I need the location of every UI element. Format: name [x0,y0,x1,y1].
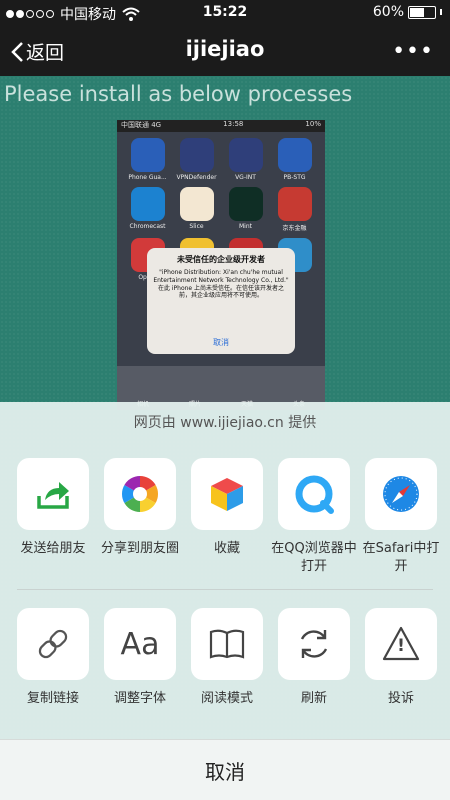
link-icon [38,629,68,659]
share-to-moments-button[interactable]: 分享到朋友圈 [101,458,179,575]
app-name: Mint [239,223,252,230]
reading-mode-tile [191,608,263,680]
report-tile: ! [365,608,437,680]
action-label: 在QQ浏览器中打开 [271,541,357,574]
battery-fill [410,7,425,17]
app-name: 京东金融 [282,225,307,232]
sheet-divider [17,589,433,590]
page-title: ijiejiao [185,37,265,61]
cancel-button[interactable]: 取消 [0,739,450,800]
moments-icon [121,476,159,512]
tools-row: 复制链接 Aa 调整字体 阅读模式 刷新 ! 投诉 [0,608,450,708]
copy-link-tile [17,608,89,680]
favorite-button[interactable]: 收藏 [191,458,263,575]
action-label: 投诉 [387,691,414,706]
font-icon: Aa [120,626,160,662]
app-name: VPNDefender [176,174,217,181]
app-name: Phone Gua... [128,174,167,181]
refresh-tile [278,608,350,680]
favorite-tile [191,458,263,530]
battery-percent: 60% [372,4,404,20]
status-bar: 中国移动 15:22 60% [0,0,450,26]
action-label: 在Safari中打开 [362,541,440,574]
send-to-friend-icon [37,482,69,509]
adjust-font-button[interactable]: Aa 调整字体 [104,608,176,708]
action-label: 刷新 [300,691,327,706]
reading-mode-button[interactable]: 阅读模式 [191,608,263,708]
app-name: Chromecast [129,223,166,230]
screenshot-carrier: 中国联通 4G [121,121,162,129]
install-guide-screenshot: 中国联通 4G 13:58 10% Phone Gua... VPNDefende… [117,120,325,410]
book-icon [209,629,245,659]
open-in-qq-browser-button[interactable]: 在QQ浏览器中打开 [271,458,357,575]
report-button[interactable]: ! 投诉 [365,608,437,708]
qq-browser-tile [278,458,350,530]
share-row: 发送给朋友 分享到朋友圈 收藏 在QQ浏览器中打开 在Safari中打开 [0,458,450,575]
status-right: 60% [373,4,442,20]
app-icon [277,187,312,221]
battery-tip [440,9,442,15]
warning-exclamation: ! [397,636,405,656]
share-to-moments-tile [104,458,176,530]
screenshot-app: Chromecast [127,187,168,232]
adjust-font-tile: Aa [104,608,176,680]
action-label: 调整字体 [113,691,166,706]
app-icon [179,187,214,221]
send-to-friend-tile [17,458,89,530]
alert-title: 未受信任的企业级开发者 [177,255,265,264]
open-in-safari-button[interactable]: 在Safari中打开 [363,458,439,575]
screenshot-app: Phone Gua... [127,138,168,181]
copy-link-button[interactable]: 复制链接 [17,608,89,708]
refresh-button[interactable]: 刷新 [278,608,350,708]
share-sheet: 网页由 www.ijiejiao.cn 提供 发送给朋友 分享到朋友圈 收藏 在… [0,402,450,800]
app-icon [228,187,263,221]
battery-icon [408,5,436,19]
app-icon [130,187,165,221]
screenshot-status-bar: 中国联通 4G 13:58 10% [117,120,325,132]
action-label: 复制链接 [26,691,79,706]
nav-bar: 返回 ijiejiao ••• [0,26,450,76]
action-label: 分享到朋友圈 [100,541,179,556]
qq-browser-icon [295,475,334,514]
safari-compass-icon [383,476,419,512]
action-label: 发送给朋友 [20,541,86,556]
favorite-cube-icon [211,478,243,511]
more-menu-icon[interactable]: ••• [392,39,434,64]
refresh-icon [300,630,328,658]
app-name: VG-INT [235,174,256,181]
app-icon [228,138,263,172]
sheet-provider-text: 网页由 www.ijiejiao.cn 提供 [133,415,317,431]
alert-cancel-button: 取消 [213,338,229,347]
screenshot-app: PB-STG [274,138,315,181]
app-icon [277,138,312,172]
app-name: PB-STG [283,174,306,181]
action-label: 收藏 [213,541,240,556]
screenshot-time: 13:58 [223,120,244,128]
action-label: 阅读模式 [200,691,253,706]
page-heading: Please install as below processes [4,82,353,106]
screenshot-app: 京东金融 [274,187,315,232]
safari-tile [365,458,437,530]
app-icon [130,138,165,172]
alert-message: "iPhone Distribution: Xi'an chu'he mutua… [153,269,289,300]
screenshot-app: Mint [225,187,266,232]
screenshot-app: Slice [176,187,217,232]
screenshot-app: VPNDefender [176,138,217,181]
app-name: Slice [189,223,204,230]
untrusted-developer-alert: 未受信任的企业级开发者 "iPhone Distribution: Xi'an … [147,248,295,354]
send-to-friend-button[interactable]: 发送给朋友 [17,458,89,575]
screenshot-app: VG-INT [225,138,266,181]
app-icon [179,138,214,172]
screenshot-battery: 10% [305,120,321,128]
